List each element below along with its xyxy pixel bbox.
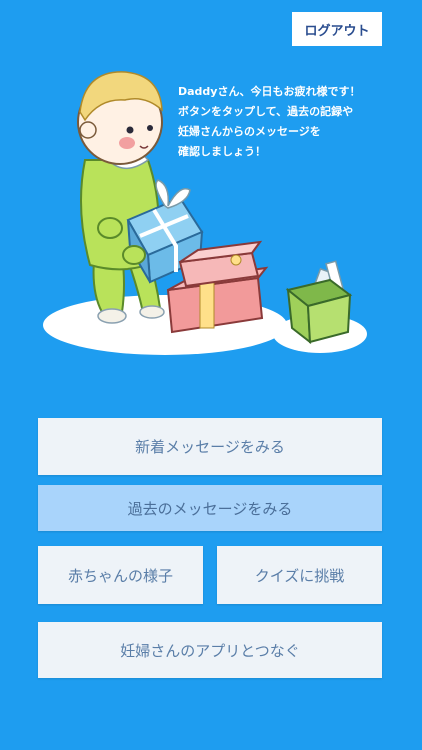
past-messages-button[interactable]: 過去のメッセージをみる (38, 485, 382, 531)
baby-status-button[interactable]: 赤ちゃんの様子 (38, 546, 203, 604)
new-messages-button[interactable]: 新着メッセージをみる (38, 418, 382, 475)
logout-button[interactable]: ログアウト (292, 12, 382, 46)
baby-with-gifts-illustration (43, 71, 367, 355)
quiz-button[interactable]: クイズに挑戦 (217, 546, 382, 604)
baby-icon (77, 71, 165, 324)
connect-app-button[interactable]: 妊婦さんのアプリとつなぐ (38, 622, 382, 678)
green-box-icon (285, 260, 353, 345)
